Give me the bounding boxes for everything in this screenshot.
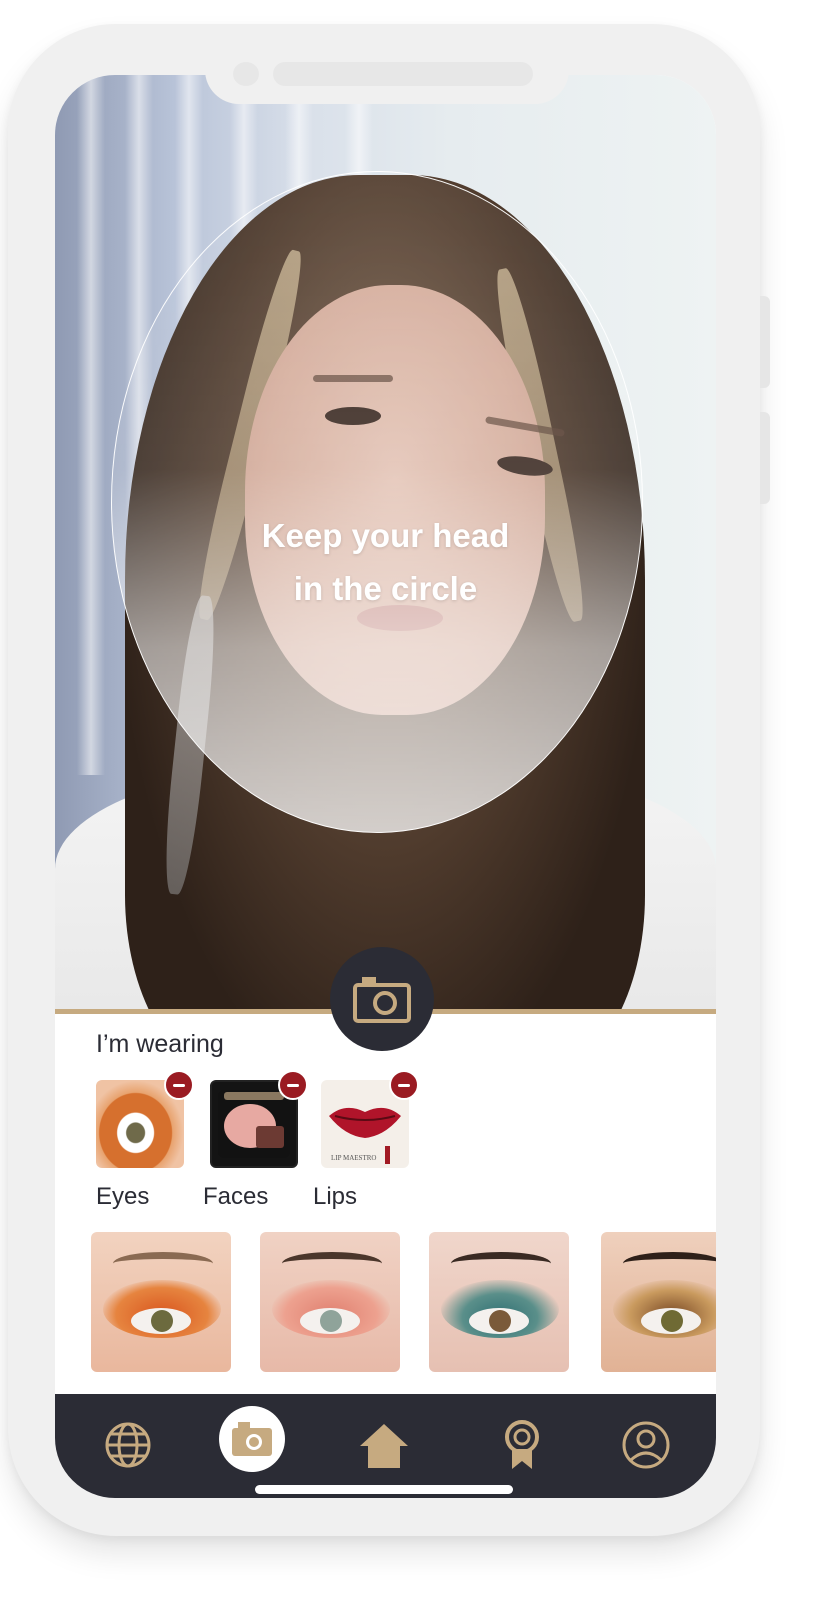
camera-icon — [353, 977, 411, 1023]
volume-down-button — [760, 412, 770, 504]
look-card-bronze[interactable] — [601, 1232, 716, 1372]
camera-icon — [232, 1422, 272, 1456]
capture-photo-button[interactable] — [330, 947, 434, 1051]
remove-eyes-button[interactable] — [164, 1070, 194, 1100]
volume-up-button — [760, 296, 770, 388]
wearing-title: I’m wearing — [96, 1030, 224, 1058]
face-guide-text: Keep your head in the circle — [55, 509, 716, 615]
nav-profile[interactable] — [613, 1412, 679, 1478]
bottom-nav — [55, 1394, 716, 1498]
home-indicator[interactable] — [255, 1485, 513, 1494]
category-label-lips: Lips — [313, 1183, 358, 1210]
worn-lips-item[interactable]: LIP MAESTRO — [321, 1070, 419, 1168]
face-guide-oval — [111, 171, 643, 833]
app-screen: Keep your head in the circle I’m wearing — [55, 75, 716, 1498]
look-card-orange[interactable] — [91, 1232, 231, 1372]
profile-icon — [622, 1421, 670, 1469]
category-label-faces: Faces — [203, 1183, 269, 1210]
speaker-grille — [273, 62, 533, 86]
worn-eyes-item[interactable] — [96, 1070, 194, 1168]
guide-text-line-2: in the circle — [293, 570, 478, 607]
look-card-teal[interactable] — [429, 1232, 569, 1372]
remove-face-button[interactable] — [278, 1070, 308, 1100]
lips-product-text: LIP MAESTRO — [331, 1154, 376, 1162]
guide-text-line-1: Keep your head — [261, 517, 510, 554]
camera-preview: Keep your head in the circle — [55, 75, 716, 1010]
home-icon — [360, 1424, 408, 1468]
nav-awards[interactable] — [489, 1412, 555, 1478]
category-label-eyes: Eyes — [96, 1183, 150, 1210]
nav-globe[interactable] — [95, 1412, 161, 1478]
look-card-pink[interactable] — [260, 1232, 400, 1372]
award-icon — [505, 1420, 539, 1469]
worn-face-item[interactable] — [210, 1070, 308, 1168]
nav-home[interactable] — [351, 1412, 417, 1478]
front-camera — [233, 62, 259, 86]
nav-camera[interactable] — [219, 1406, 285, 1472]
remove-lips-button[interactable] — [389, 1070, 419, 1100]
phone-notch — [205, 60, 569, 104]
globe-icon — [105, 1422, 151, 1468]
curtain-fold — [77, 75, 105, 775]
